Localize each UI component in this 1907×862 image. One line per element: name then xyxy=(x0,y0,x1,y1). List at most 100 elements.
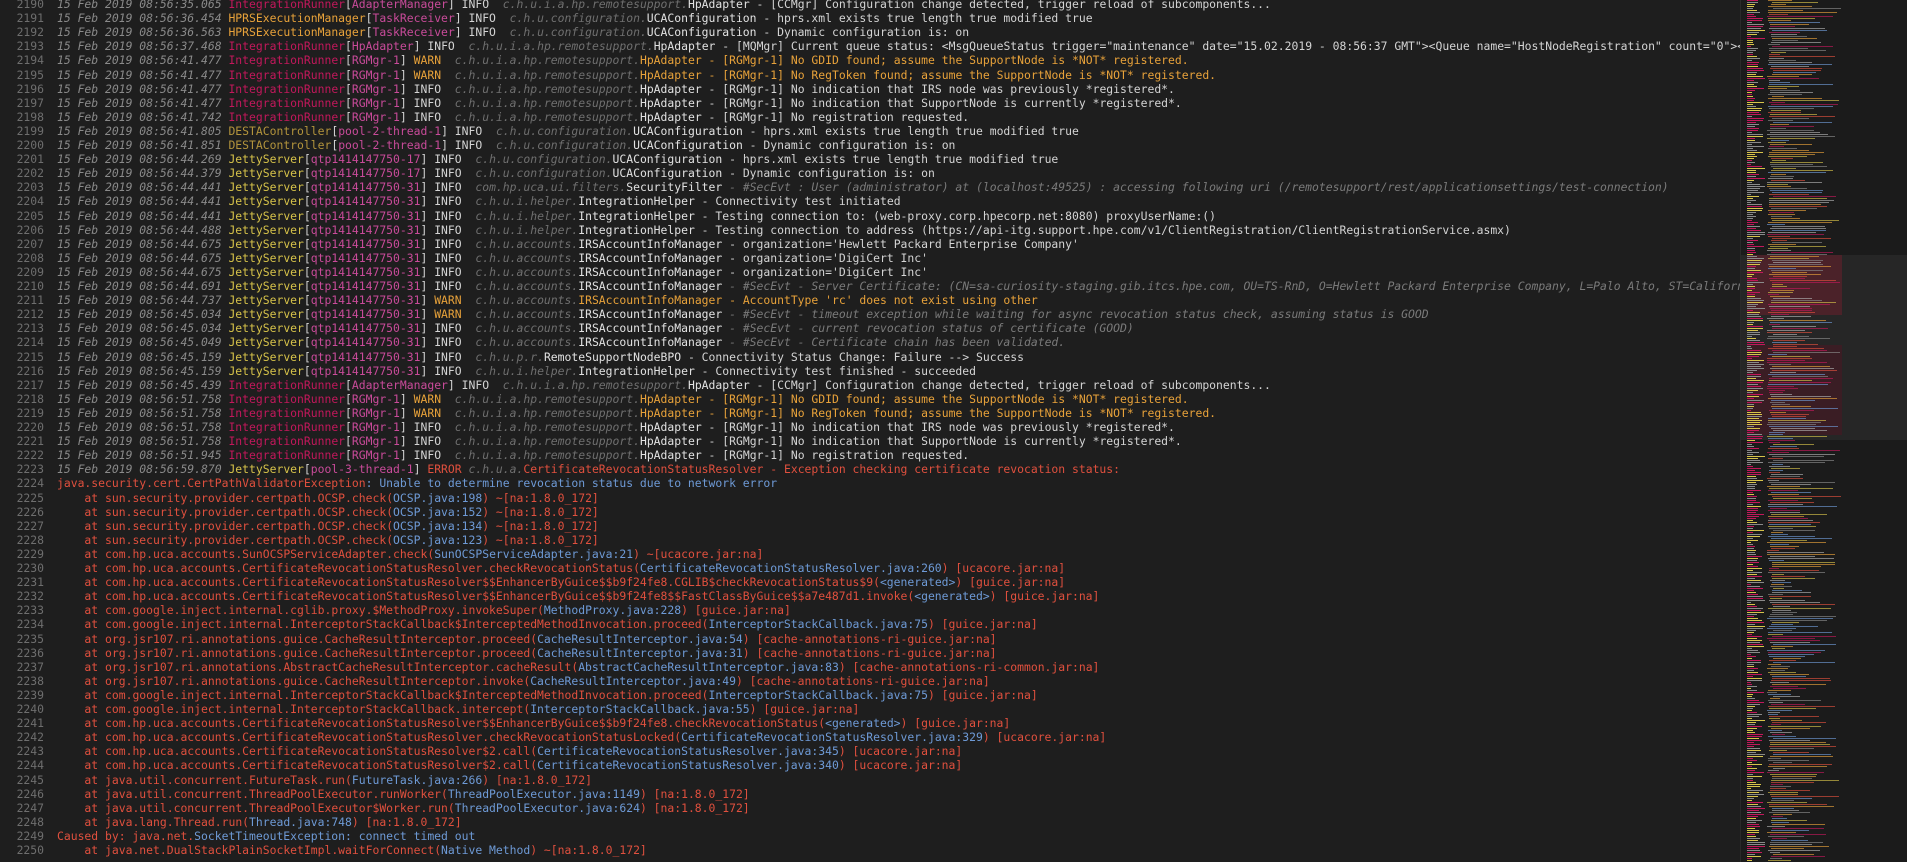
stack-jar: [ucacore.jar:na] xyxy=(845,758,963,773)
minimap-text-row xyxy=(1747,542,1752,543)
line-number: 2219 xyxy=(16,405,44,420)
log-component: IntegrationRunner xyxy=(228,391,346,406)
minimap-text-row xyxy=(1747,50,1756,51)
minimap-text-row xyxy=(1747,310,1754,311)
minimap-text-row xyxy=(1747,160,1753,161)
minimap-text-row xyxy=(1767,550,1780,551)
log-line-content: 15 Feb 2019 08:56:36.454 HPRSExecutionMa… xyxy=(57,11,1093,25)
minimap-text-row xyxy=(1747,596,1763,597)
minimap-text-row xyxy=(1747,234,1765,235)
minimap-text-row xyxy=(1772,824,1825,825)
minimap-text-row xyxy=(1747,822,1757,823)
stack-at-keyword: at xyxy=(57,504,106,519)
minimap-text-row xyxy=(1747,610,1762,611)
stack-jar: [ucacore.jar:na] xyxy=(948,561,1066,575)
log-line: 2196 15 Feb 2019 08:56:41.477 Integration… xyxy=(0,82,1740,96)
minimap-text-row xyxy=(1747,806,1761,807)
minimap-text-row xyxy=(1747,36,1752,37)
minimap-text-row xyxy=(1747,418,1759,419)
log-component: IntegrationRunner xyxy=(228,95,346,110)
minimap-text-row xyxy=(1747,326,1764,327)
minimap-text-row xyxy=(1769,842,1823,843)
minimap-text-row xyxy=(1747,14,1755,15)
log-line-content: 15 Feb 2019 08:56:51.758 IntegrationRunn… xyxy=(57,392,1189,406)
minimap-text-row xyxy=(1747,422,1760,423)
minimap-text-row xyxy=(1768,572,1826,573)
log-class: UCAConfiguration xyxy=(646,25,757,40)
stack-at-keyword: at xyxy=(57,814,106,829)
log-level: WARN xyxy=(413,67,455,82)
minimap-text-row xyxy=(1747,178,1765,179)
minimap-text-row xyxy=(1767,186,1791,187)
minimap-text-row xyxy=(1747,278,1757,279)
minimap-text-row xyxy=(1747,348,1753,349)
minimap-text-row xyxy=(1747,56,1758,57)
minimap-text-row xyxy=(1767,826,1785,827)
minimap-text-row xyxy=(1747,782,1756,783)
stack-method: java.util.concurrent.ThreadPoolExecutor.… xyxy=(105,786,442,801)
minimap-text-row xyxy=(1747,150,1757,151)
log-message: - AccountType 'rc' does not exist using … xyxy=(722,293,1038,308)
log-line: 2225 at sun.security.provider.certpath.O… xyxy=(0,491,1740,505)
minimap-text-row xyxy=(1747,270,1761,271)
minimap-text-row xyxy=(1747,440,1756,441)
stack-jar: ~[na:1.8.0_172] xyxy=(489,518,599,533)
minimap-text-row xyxy=(1747,364,1765,365)
minimap-text-row xyxy=(1747,122,1756,123)
log-level: INFO xyxy=(434,279,476,293)
minimap-text-row xyxy=(1747,334,1760,335)
minimap-text-row xyxy=(1770,822,1789,823)
minimap-text-row xyxy=(1747,830,1759,831)
minimap-text-row xyxy=(1747,18,1764,19)
minimap-text-row xyxy=(1747,72,1758,73)
minimap-text-row xyxy=(1747,516,1760,517)
minimap-text-row xyxy=(1770,310,1812,311)
stack-jar: [ucacore.jar:na] xyxy=(989,730,1107,745)
log-component: JettyServer xyxy=(228,250,304,265)
log-timestamp: 15 Feb 2019 08:56:35.065 xyxy=(57,0,229,11)
log-level: WARN xyxy=(413,405,455,420)
minimap[interactable] xyxy=(1740,0,1907,862)
log-thread: qtp1414147750-31 xyxy=(310,335,421,350)
log-editor[interactable]: 2190 15 Feb 2019 08:56:35.065 Integration… xyxy=(0,0,1740,862)
stack-method: com.hp.uca.accounts.CertificateRevocatio… xyxy=(105,589,908,604)
minimap-text-row xyxy=(1747,280,1758,281)
minimap-text-row xyxy=(1767,692,1778,693)
minimap-text-row xyxy=(1747,266,1756,267)
minimap-text-row xyxy=(1747,4,1755,5)
log-line-content: 15 Feb 2019 08:56:45.034 JettyServer[qtp… xyxy=(57,307,1429,321)
stack-at-keyword: at xyxy=(57,631,106,646)
minimap-text-row xyxy=(1747,172,1757,173)
log-level: INFO xyxy=(461,0,503,11)
minimap-text-row xyxy=(1772,722,1826,723)
minimap-text-row xyxy=(1747,314,1760,315)
minimap-text-row xyxy=(1747,742,1755,743)
minimap-text-row xyxy=(1767,836,1805,837)
line-number: 2238 xyxy=(16,673,44,688)
minimap-text-row xyxy=(1747,134,1764,135)
minimap-text-row xyxy=(1768,470,1783,471)
log-line-content: 15 Feb 2019 08:56:44.441 JettyServer[qtp… xyxy=(57,180,1669,194)
stack-method: sun.security.provider.certpath.OCSP.chec… xyxy=(105,532,387,547)
minimap-text-row xyxy=(1768,390,1786,391)
minimap-text-row xyxy=(1771,42,1821,43)
minimap-text-row xyxy=(1747,746,1755,747)
minimap-text-row xyxy=(1747,114,1762,115)
minimap-text-row xyxy=(1771,284,1784,285)
minimap-text-row xyxy=(1771,590,1803,591)
log-thread: RGMgr-1 xyxy=(351,391,400,406)
minimap-text-row xyxy=(1767,254,1828,255)
bracket: [ xyxy=(303,166,311,181)
minimap-text-row xyxy=(1767,542,1826,543)
minimap-text-row xyxy=(1747,102,1765,103)
bracket: [ xyxy=(345,67,352,82)
log-line-content: at org.jsr107.ri.annotations.guice.Cache… xyxy=(57,631,996,646)
log-line-content: at com.hp.uca.accounts.CertificateRevoca… xyxy=(57,575,1065,589)
log-class: HpAdapter xyxy=(639,81,702,96)
log-line: 2191 15 Feb 2019 08:56:36.454 HPRSExecuti… xyxy=(0,11,1740,25)
minimap-text-row xyxy=(1767,478,1804,479)
minimap-text-row xyxy=(1770,176,1795,177)
minimap-text-row xyxy=(1747,208,1763,209)
minimap-text-row xyxy=(1767,672,1796,673)
minimap-text-row xyxy=(1767,382,1832,383)
